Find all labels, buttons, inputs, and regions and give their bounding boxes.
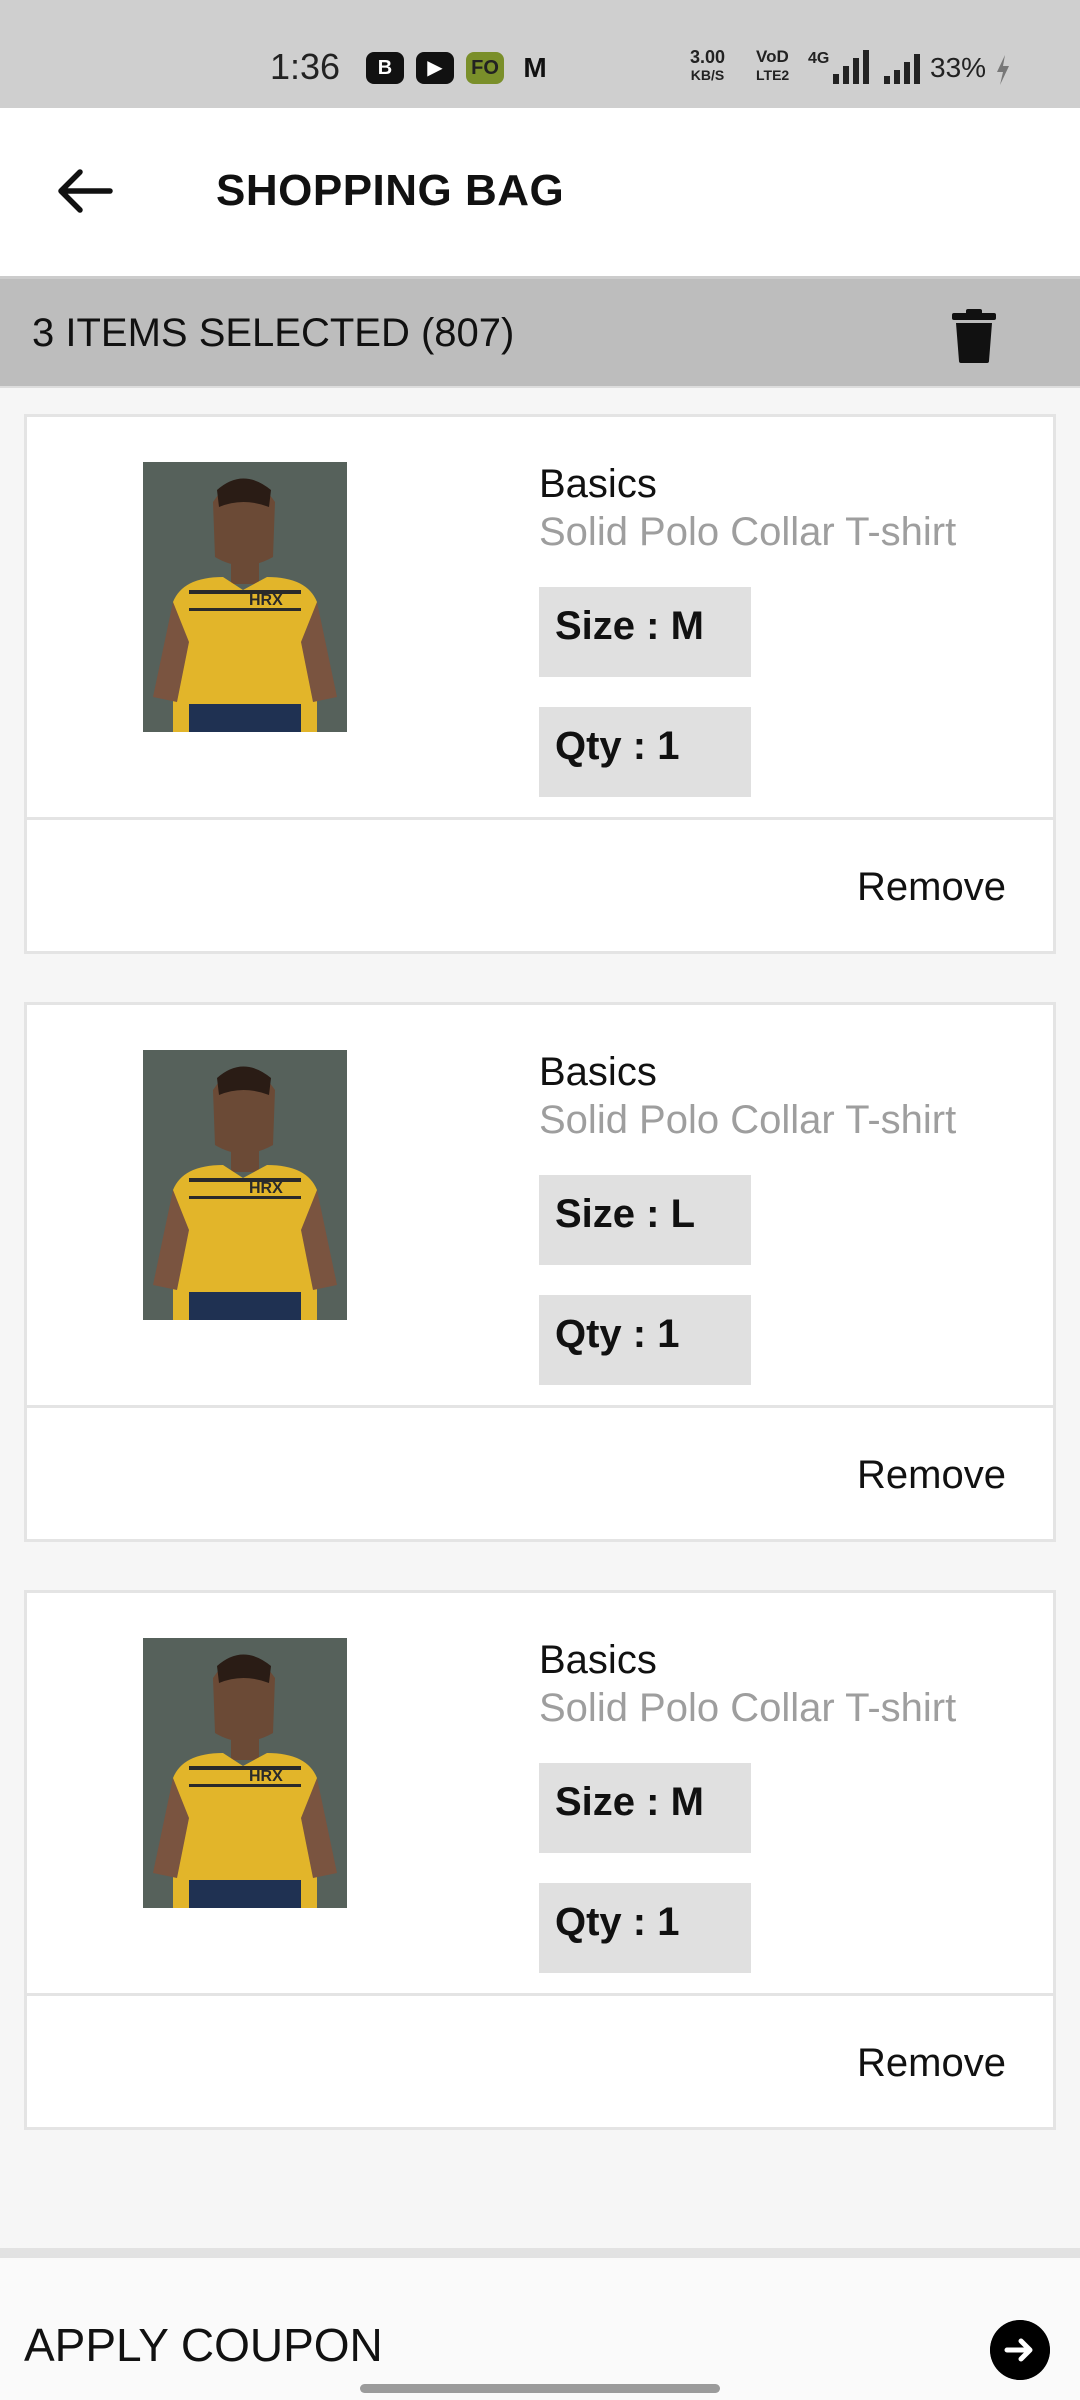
status-time: 1:36 (270, 46, 341, 87)
product-name: Solid Polo Collar T-shirt (539, 1686, 957, 1730)
net-speed-unit: KB/S (690, 67, 725, 83)
volte-indicator: VoD LTE2 (756, 48, 789, 84)
remove-button[interactable]: Remove (857, 2041, 1006, 2086)
m-app-icon: M (523, 52, 547, 83)
size-selector[interactable]: Size : M (539, 1763, 751, 1853)
cart-item-card: HRX Basics Solid Polo Collar T-shirt Siz… (24, 1002, 1056, 1542)
signal-icon-sim2 (884, 50, 920, 84)
product-image[interactable]: HRX (143, 462, 347, 732)
arrow-left-icon (58, 169, 113, 213)
product-name: Solid Polo Collar T-shirt (539, 510, 957, 554)
back-button[interactable] (50, 158, 120, 228)
divider (27, 817, 1053, 820)
net-speed-value: 3.00 (690, 47, 726, 67)
size-selector[interactable]: Size : L (539, 1175, 751, 1265)
app-bar: SHOPPING BAG (0, 108, 1080, 276)
divider (27, 1993, 1053, 1996)
signal-icon-sim1: 4G (808, 50, 870, 84)
charging-icon (996, 54, 1009, 85)
size-selector[interactable]: Size : M (539, 587, 751, 677)
network-type: 4G (808, 50, 830, 67)
divider (27, 1405, 1053, 1408)
cart-item-card: HRX Basics Solid Polo Collar T-shirt Siz… (24, 414, 1056, 954)
product-image[interactable]: HRX (143, 1638, 347, 1908)
battery-percent: 33% (930, 52, 987, 83)
items-selected-count: 3 ITEMS SELECTED (807) (32, 311, 515, 355)
arrow-right-circle-icon[interactable] (990, 2320, 1050, 2380)
trash-icon (952, 309, 996, 363)
cart-item-card: HRX Basics Solid Polo Collar T-shirt Siz… (24, 1590, 1056, 2130)
apply-coupon-bar[interactable]: APPLY COUPON (0, 2258, 1080, 2400)
coupon-separator (0, 2248, 1080, 2258)
product-brand: Basics (539, 1050, 657, 1094)
page-title: SHOPPING BAG (216, 166, 565, 215)
b-app-icon: B (366, 52, 404, 84)
remove-button[interactable]: Remove (857, 865, 1006, 910)
quantity-selector[interactable]: Qty : 1 (539, 1883, 751, 1973)
status-bar: 1:36 B ▶ FO M 3.00 KB/S VoD LTE2 4G 33% (0, 0, 1080, 108)
fo-app-icon: FO (466, 52, 504, 84)
delete-selected-button[interactable] (944, 305, 1004, 365)
youtube-icon: ▶ (416, 52, 454, 84)
remove-button[interactable]: Remove (857, 1453, 1006, 1498)
apply-coupon-label: APPLY COUPON (24, 2319, 383, 2371)
product-print-text: HRX (249, 592, 283, 609)
net-speed: 3.00 KB/S (690, 48, 725, 84)
home-indicator[interactable] (360, 2384, 720, 2393)
battery-indicator: 33% (930, 52, 1012, 87)
volte-line-2: LTE2 (756, 67, 790, 83)
notification-icons: B ▶ FO M (366, 52, 554, 84)
product-brand: Basics (539, 1638, 657, 1682)
selection-bar: 3 ITEMS SELECTED (807) (0, 276, 1080, 388)
product-print-text: HRX (249, 1180, 283, 1197)
quantity-selector[interactable]: Qty : 1 (539, 1295, 751, 1385)
product-brand: Basics (539, 462, 657, 506)
product-name: Solid Polo Collar T-shirt (539, 1098, 957, 1142)
product-image[interactable]: HRX (143, 1050, 347, 1320)
product-print-text: HRX (249, 1768, 283, 1785)
quantity-selector[interactable]: Qty : 1 (539, 707, 751, 797)
volte-line-1: VoD (756, 47, 789, 66)
